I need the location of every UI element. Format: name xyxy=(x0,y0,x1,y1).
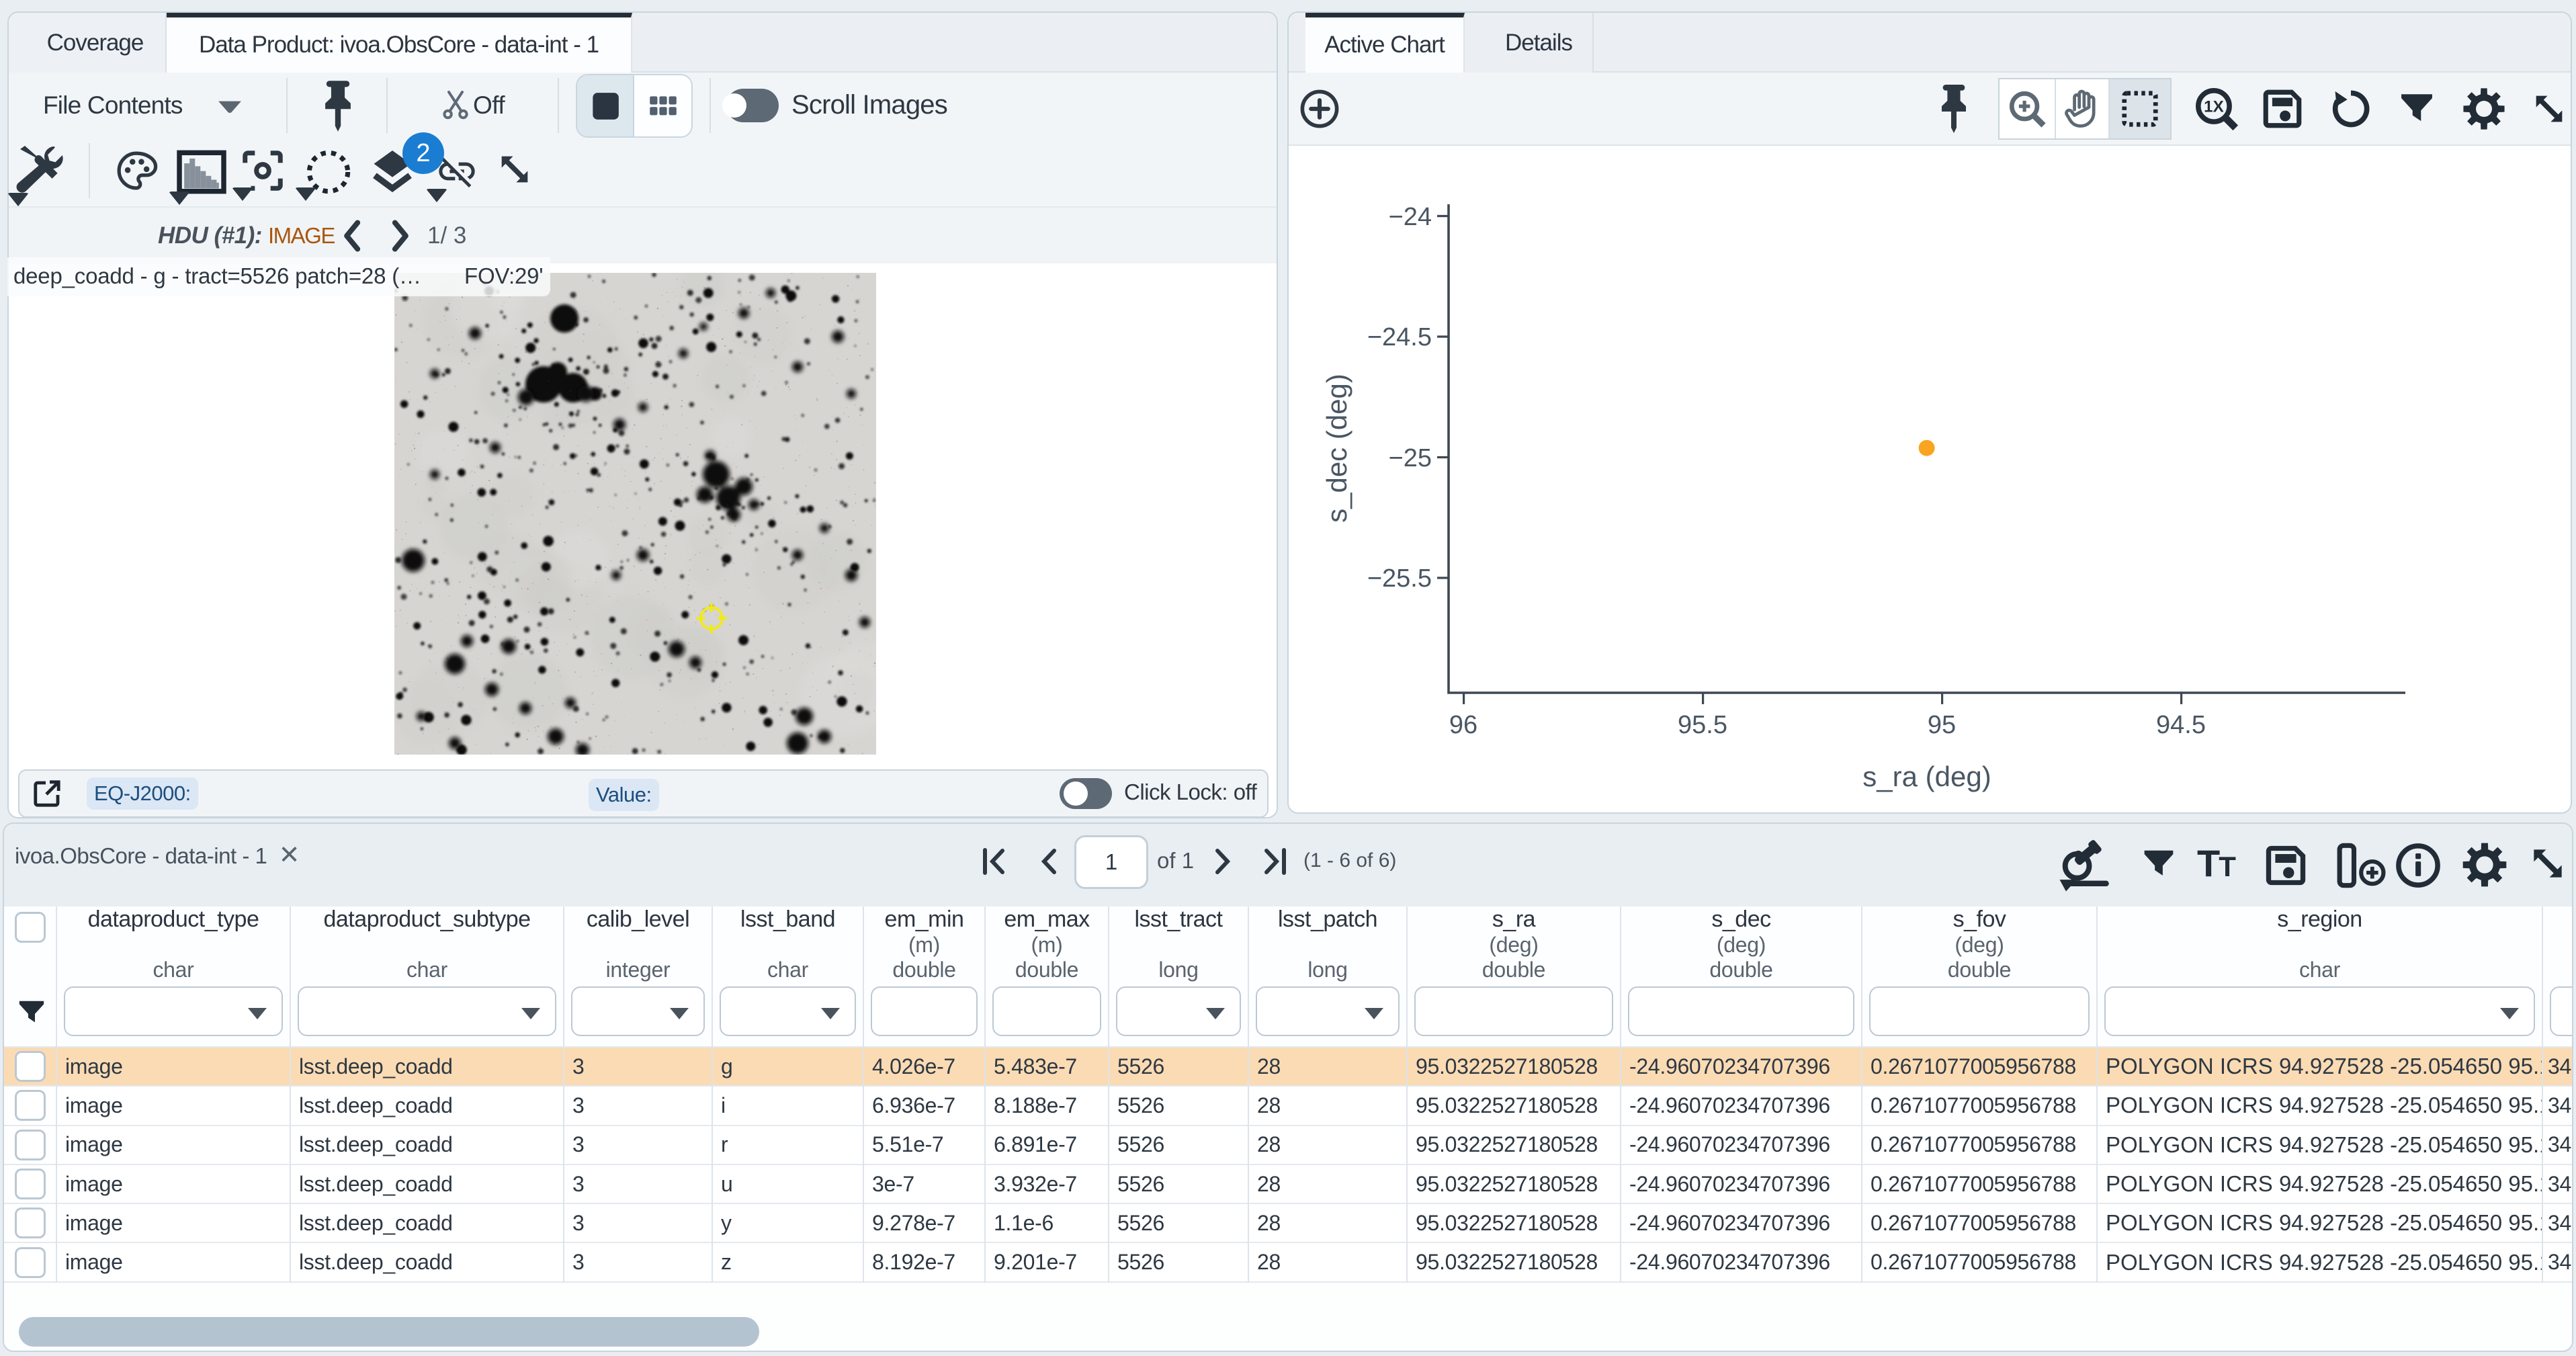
svg-text:s_ra (deg): s_ra (deg) xyxy=(1862,761,1991,792)
svg-text:94.5: 94.5 xyxy=(2156,711,2206,739)
svg-text:96: 96 xyxy=(1449,711,1477,739)
svg-text:−24.5: −24.5 xyxy=(1367,323,1432,351)
svg-text:95.5: 95.5 xyxy=(1678,711,1727,739)
svg-text:−24: −24 xyxy=(1389,203,1432,231)
svg-text:95: 95 xyxy=(1928,711,1956,739)
svg-text:−25: −25 xyxy=(1389,444,1432,472)
svg-text:−25.5: −25.5 xyxy=(1367,564,1432,593)
svg-text:1X: 1X xyxy=(2204,97,2224,116)
svg-text:s_dec (deg): s_dec (deg) xyxy=(1321,374,1353,523)
